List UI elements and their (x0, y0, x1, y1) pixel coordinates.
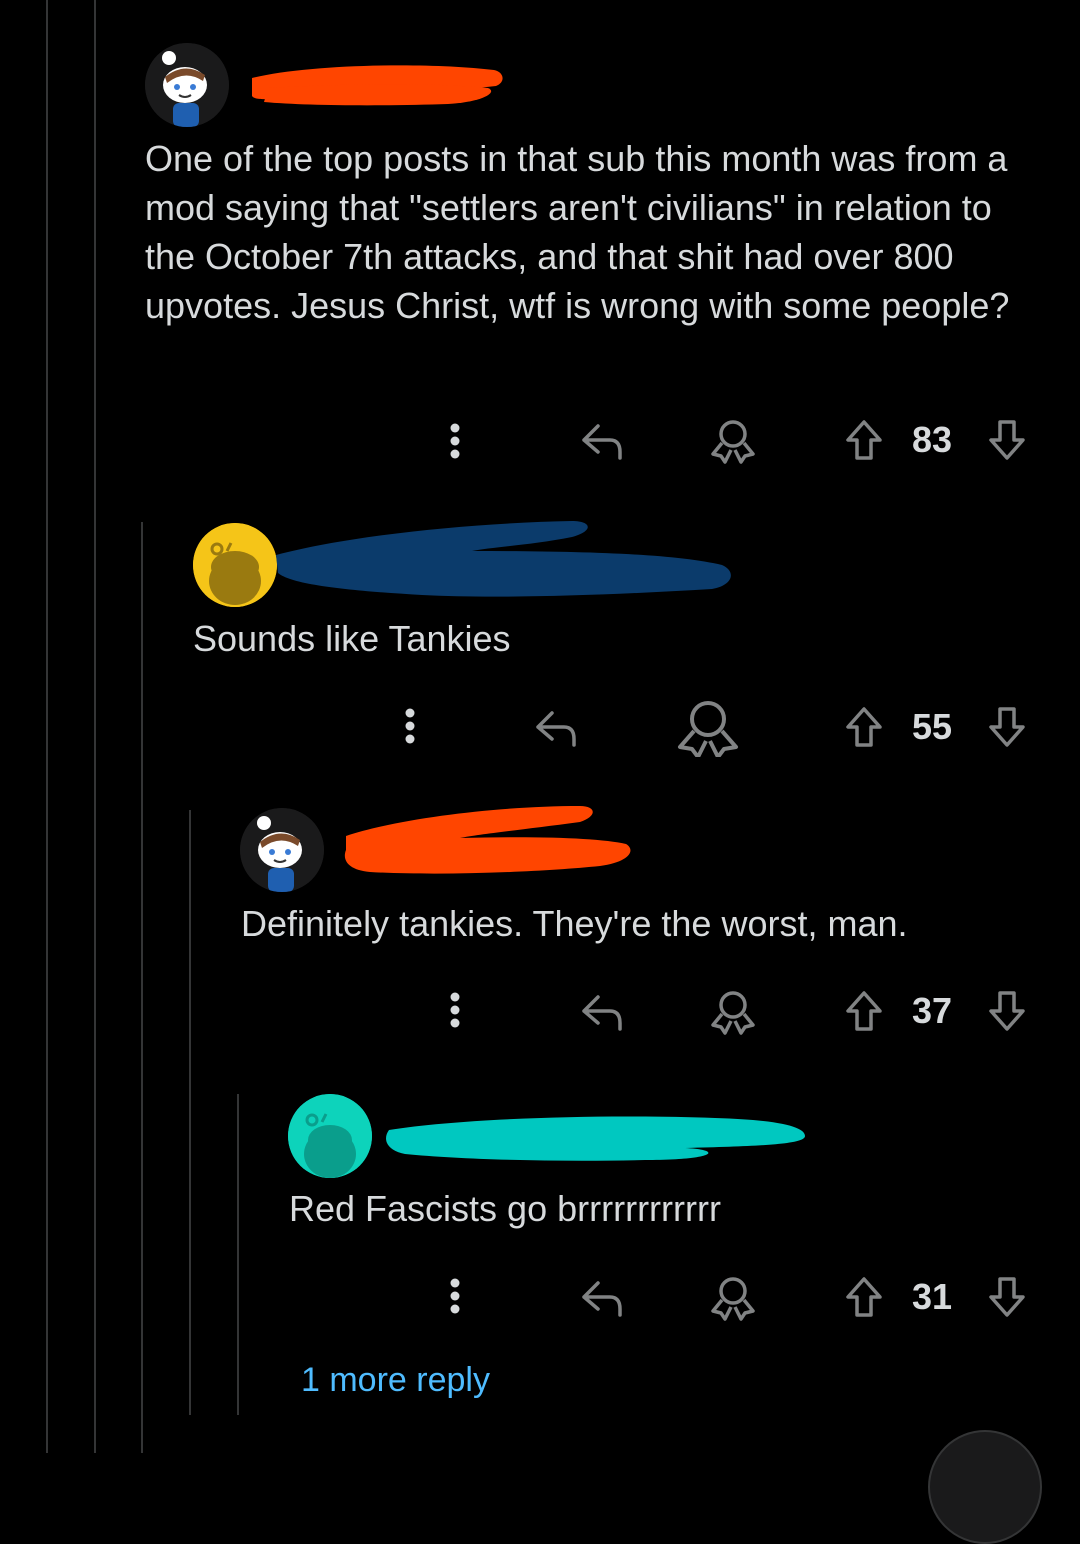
comment-body: One of the top posts in that sub this mo… (145, 138, 1010, 326)
score: 37 (912, 990, 953, 1031)
downvote-icon[interactable] (985, 1267, 1029, 1327)
more-replies-link[interactable]: 1 more reply (301, 1361, 490, 1400)
comment-body: Sounds like Tankies (193, 618, 511, 659)
more-options-icon[interactable] (440, 981, 470, 1041)
reply-icon[interactable] (578, 410, 626, 470)
award-icon[interactable] (707, 1267, 759, 1327)
thread-line-root-2[interactable] (94, 0, 96, 1453)
redacted-username (252, 65, 503, 106)
redacted-username (386, 1116, 805, 1161)
user-avatar[interactable] (288, 1094, 372, 1178)
reply-icon[interactable] (532, 697, 580, 757)
score: 83 (912, 419, 953, 460)
score: 31 (912, 1276, 953, 1317)
user-avatar[interactable] (145, 43, 229, 127)
user-avatar[interactable] (240, 808, 324, 892)
comment-body: Red Fascists go brrrrrrrrrrrr (289, 1188, 721, 1229)
comment-body: Definitely tankies. They're the worst, m… (241, 903, 908, 944)
comment-action-bar: 31 (435, 1267, 1050, 1327)
thread-line-level-2[interactable] (189, 810, 191, 1415)
upvote-icon[interactable] (842, 981, 886, 1041)
downvote-icon[interactable] (985, 410, 1029, 470)
floating-action-button[interactable] (928, 1430, 1042, 1544)
reply-icon[interactable] (578, 1267, 626, 1327)
downvote-icon[interactable] (985, 697, 1029, 757)
downvote-icon[interactable] (985, 981, 1029, 1041)
award-icon[interactable] (707, 410, 759, 470)
reply-icon[interactable] (578, 981, 626, 1041)
award-icon[interactable] (672, 697, 744, 757)
comment-action-bar: 83 (430, 410, 1050, 470)
more-options-icon[interactable] (440, 410, 470, 470)
more-options-icon[interactable] (440, 1267, 470, 1327)
thread-line-level-1[interactable] (141, 522, 143, 1453)
upvote-icon[interactable] (842, 1267, 886, 1327)
redacted-username (276, 521, 731, 597)
redacted-username (344, 806, 631, 874)
thread-line-root-1[interactable] (46, 0, 48, 1453)
more-options-icon[interactable] (395, 697, 425, 757)
thread-line-level-3[interactable] (237, 1094, 239, 1415)
upvote-icon[interactable] (842, 410, 886, 470)
upvote-icon[interactable] (842, 697, 886, 757)
award-icon[interactable] (707, 981, 759, 1041)
score: 55 (912, 706, 953, 747)
user-avatar[interactable] (193, 523, 277, 607)
comment-action-bar: 55 (390, 697, 1050, 757)
comment-action-bar: 37 (435, 981, 1050, 1041)
